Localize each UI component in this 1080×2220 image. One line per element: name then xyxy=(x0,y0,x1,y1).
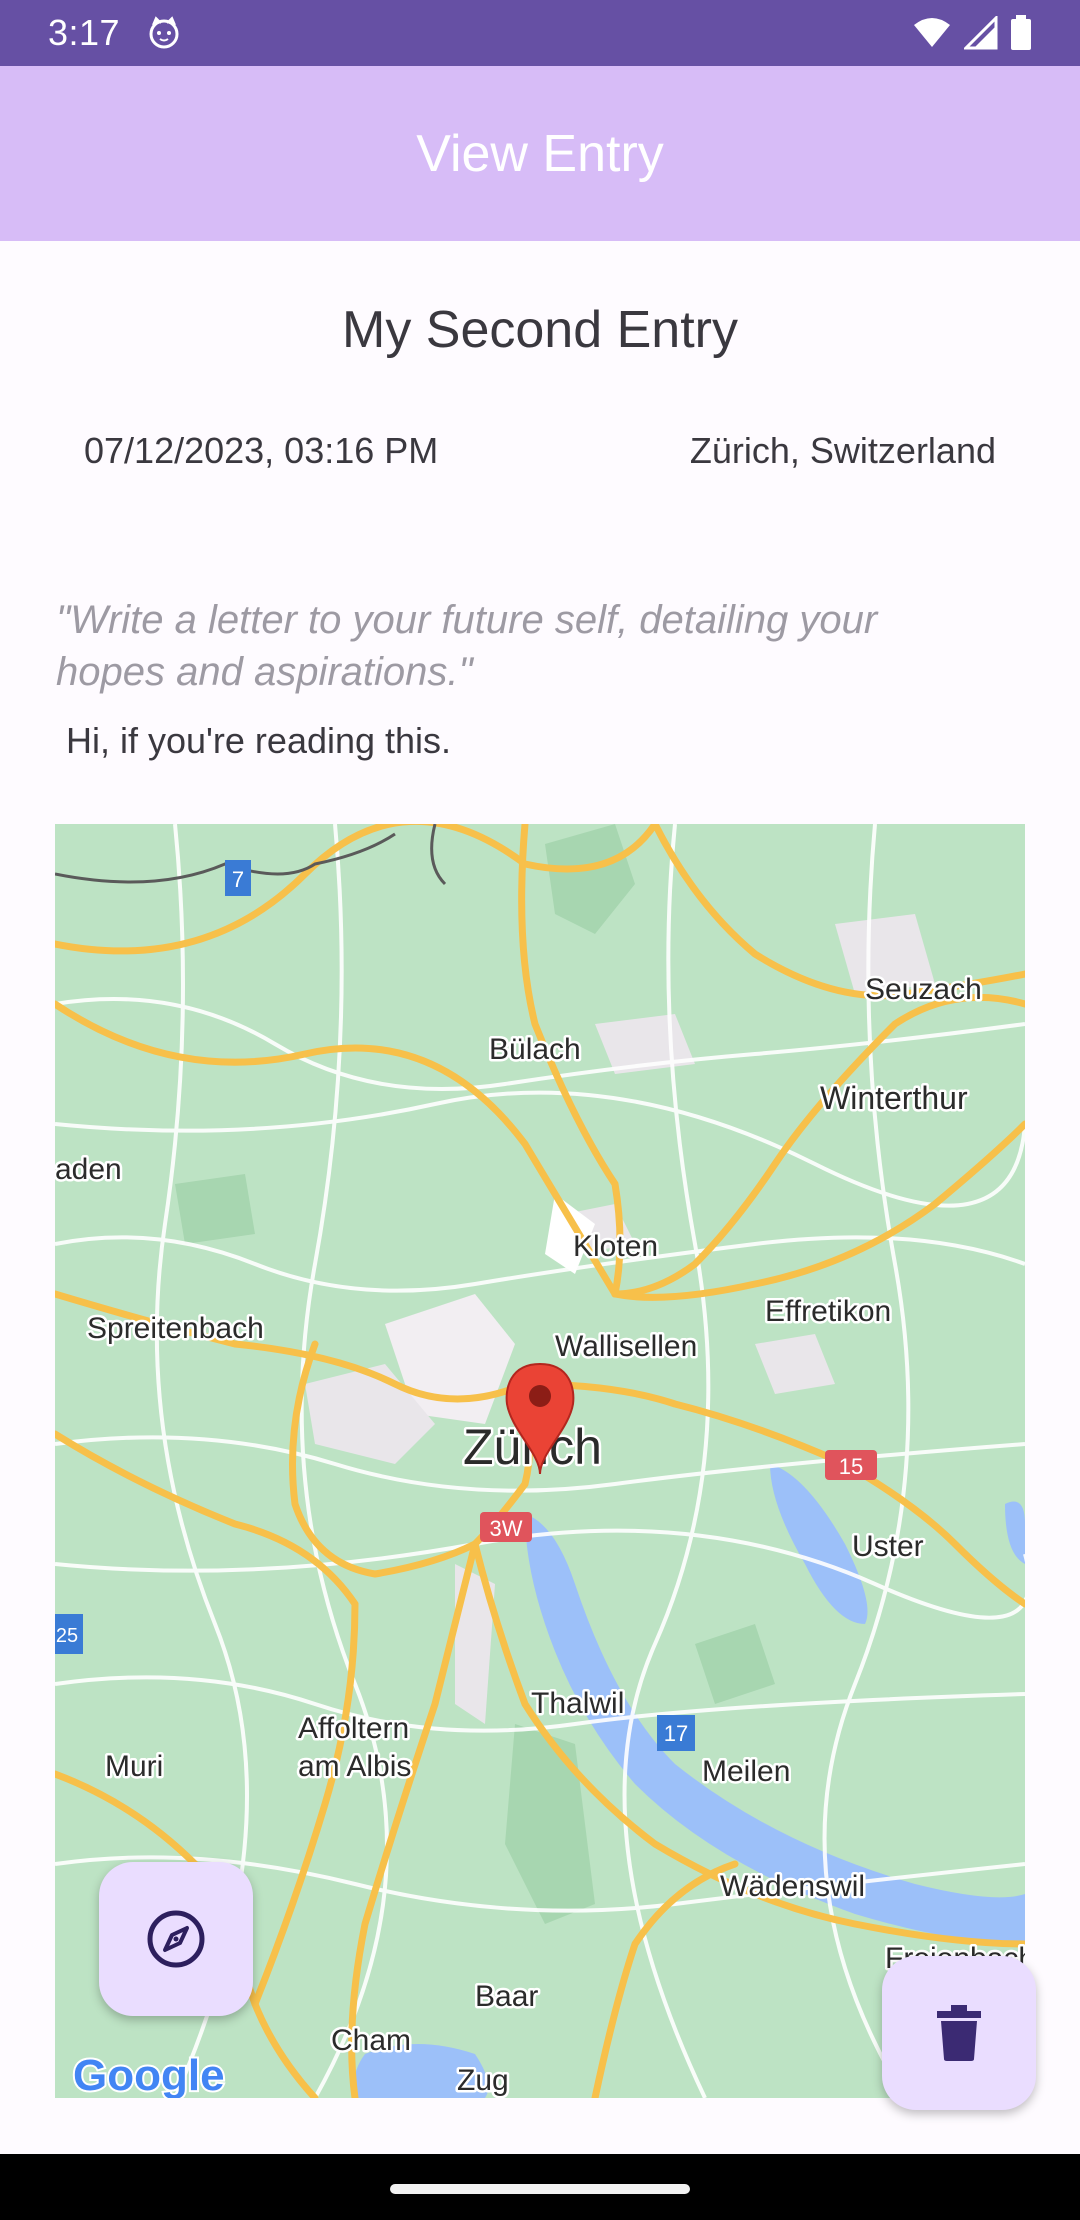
page-title: View Entry xyxy=(416,124,664,183)
svg-text:3W: 3W xyxy=(490,1516,523,1541)
map-label-thalwil: Thalwil xyxy=(531,1687,624,1720)
map-label-cham: Cham xyxy=(331,2024,411,2057)
entry-title: My Second Entry xyxy=(342,301,738,359)
signal-icon xyxy=(964,16,998,50)
svg-text:15: 15 xyxy=(839,1454,863,1479)
map-label-baden: aden xyxy=(55,1153,122,1186)
system-navigation-bar xyxy=(0,2154,1080,2220)
map-label-zug: Zug xyxy=(457,2064,509,2097)
map-label-meilen: Meilen xyxy=(702,1755,790,1788)
road-shield-a17: 17 xyxy=(657,1715,695,1751)
road-shield-a15: 15 xyxy=(825,1450,877,1480)
status-time: 3:17 xyxy=(48,12,121,53)
map-label-spreitenbach: Spreitenbach xyxy=(87,1312,264,1345)
compass-button[interactable] xyxy=(99,1862,253,2016)
google-attribution: Google xyxy=(73,2051,225,2098)
entry-prompt: "Write a letter to your future self, det… xyxy=(56,598,878,694)
map-label-muri: Muri xyxy=(105,1750,163,1783)
wifi-icon xyxy=(914,18,950,47)
road-shield-a25: 25 xyxy=(55,1614,83,1654)
status-bar: 3:17 xyxy=(0,0,1080,66)
map-label-affoltern-2: am Albis xyxy=(298,1750,411,1783)
road-shield-a7: 7 xyxy=(225,860,251,896)
delete-button[interactable] xyxy=(882,1956,1036,2110)
battery-icon xyxy=(1011,15,1031,50)
map-label-wadenswil: Wädenswil xyxy=(720,1870,865,1903)
map-label-wallisellen: Wallisellen xyxy=(555,1330,697,1363)
compass-icon xyxy=(147,1910,205,1968)
map-label-uster: Uster xyxy=(852,1530,924,1563)
entry-datetime: 07/12/2023, 03:16 PM xyxy=(84,430,439,471)
svg-text:17: 17 xyxy=(664,1721,688,1746)
map-label-seuzach: Seuzach xyxy=(865,973,982,1006)
map-label-affoltern: Affoltern xyxy=(298,1712,409,1745)
road-shield-a3w: 3W xyxy=(480,1512,532,1542)
map-label-winterthur: Winterthur xyxy=(820,1080,968,1116)
map-label-kloten: Kloten xyxy=(573,1230,658,1263)
map-label-bulach: Bülach xyxy=(489,1033,581,1066)
svg-text:7: 7 xyxy=(232,867,244,892)
entry-meta: 07/12/2023, 03:16 PM Zürich, Switzerland xyxy=(84,430,996,472)
top-app-bar: View Entry xyxy=(0,66,1080,241)
home-gesture-handle[interactable] xyxy=(390,2184,690,2194)
map-label-baar: Baar xyxy=(475,1980,538,2013)
trash-icon xyxy=(937,2005,981,2061)
entry-body: Hi, if you're reading this. xyxy=(66,720,452,761)
map-label-effretikon: Effretikon xyxy=(765,1295,891,1328)
svg-text:25: 25 xyxy=(56,1625,78,1647)
cat-notification-icon xyxy=(149,16,179,49)
entry-location: Zürich, Switzerland xyxy=(689,430,996,471)
